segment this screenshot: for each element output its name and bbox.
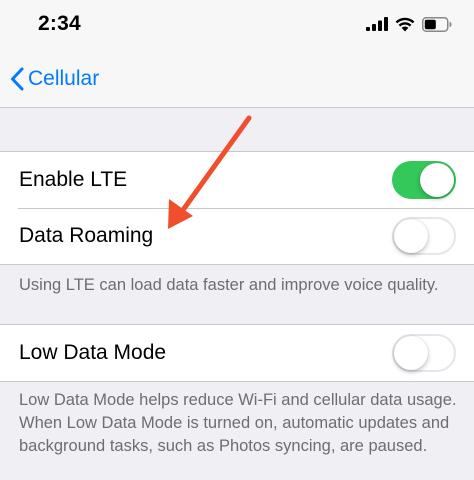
low-data-mode-footer-note: Low Data Mode helps reduce Wi-Fi and cel… bbox=[19, 391, 457, 455]
chevron-left-icon bbox=[11, 67, 24, 91]
lte-settings-group: Enable LTE Data Roaming bbox=[0, 151, 474, 265]
low-data-mode-toggle[interactable] bbox=[392, 334, 456, 372]
back-label: Cellular bbox=[28, 67, 100, 90]
cellular-signal-icon bbox=[366, 17, 388, 31]
low-data-mode-label: Low Data Mode bbox=[19, 341, 167, 364]
low-data-mode-row: Low Data Mode bbox=[0, 325, 474, 381]
toggle-knob bbox=[394, 336, 428, 370]
enable-lte-toggle[interactable] bbox=[392, 161, 456, 199]
status-bar: 2:34 bbox=[0, 0, 474, 50]
data-roaming-label: Data Roaming bbox=[19, 224, 154, 247]
toggle-knob bbox=[394, 219, 428, 253]
data-roaming-row: Data Roaming bbox=[0, 208, 474, 264]
battery-icon bbox=[422, 16, 452, 32]
status-icons bbox=[366, 14, 452, 34]
status-time: 2:34 bbox=[38, 12, 81, 35]
nav-bar: Cellular bbox=[0, 50, 474, 108]
data-roaming-toggle[interactable] bbox=[392, 217, 456, 255]
wifi-icon bbox=[395, 17, 415, 31]
low-data-mode-group: Low Data Mode bbox=[0, 324, 474, 382]
back-button[interactable]: Cellular bbox=[10, 64, 99, 94]
enable-lte-label: Enable LTE bbox=[19, 168, 128, 191]
toggle-knob bbox=[420, 163, 454, 197]
enable-lte-row: Enable LTE bbox=[0, 152, 474, 208]
lte-footer-note: Using LTE can load data faster and impro… bbox=[19, 276, 439, 294]
